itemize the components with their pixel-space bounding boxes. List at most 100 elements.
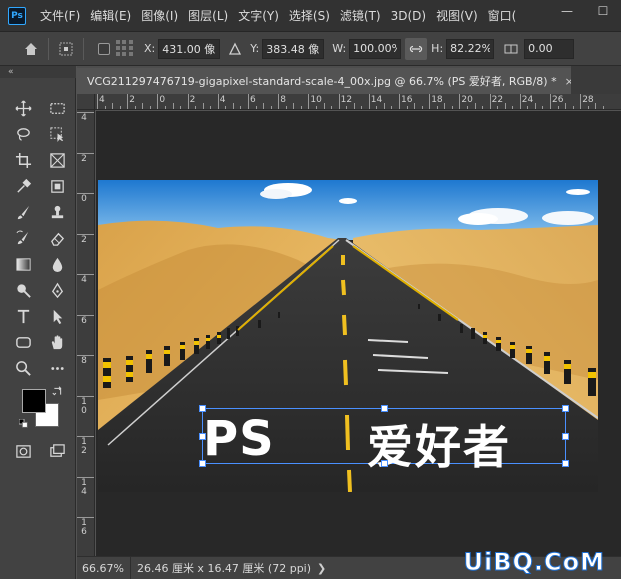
menu-3d[interactable]: 3D(D) xyxy=(391,9,426,23)
link-icon[interactable] xyxy=(405,37,428,60)
height-field[interactable] xyxy=(446,38,495,59)
ruler-top-minor-tick xyxy=(180,106,182,109)
home-icon[interactable] xyxy=(20,38,42,60)
canvas-area[interactable]: PS 爱好者 xyxy=(96,111,621,556)
menu-select[interactable]: 选择(S) xyxy=(289,7,330,24)
screen-mode-icon[interactable] xyxy=(45,439,69,463)
eraser-tool-icon[interactable] xyxy=(45,226,69,250)
quick-mask-icon[interactable] xyxy=(11,439,35,463)
eyedropper-tool-icon[interactable] xyxy=(11,174,35,198)
x-position-field[interactable] xyxy=(158,38,221,59)
ruler-top-label: 0 xyxy=(159,95,166,105)
reference-point-checkbox[interactable] xyxy=(98,42,110,55)
marquee-tool-icon[interactable] xyxy=(45,96,69,120)
rotate-icon[interactable] xyxy=(500,38,522,60)
history-brush-tool-icon[interactable] xyxy=(11,226,35,250)
menu-window[interactable]: 窗口( xyxy=(488,7,517,24)
toolpanel-collapse[interactable]: « xyxy=(0,66,76,78)
ruler-top-minor-tick xyxy=(436,106,438,109)
ruler-horizontal[interactable]: 4 2 0 2 4 6 8 10 12 14 16 18 20 22 24 26 28 xyxy=(95,94,621,110)
brush-tool-icon[interactable] xyxy=(11,200,35,224)
status-menu-arrow-icon[interactable]: ❯ xyxy=(317,562,326,575)
transform-handle-top-right[interactable] xyxy=(562,405,569,412)
pen-tool-icon[interactable] xyxy=(45,278,69,302)
ruler-top-label: 22 xyxy=(491,95,504,105)
ruler-top-minor-tick xyxy=(565,103,567,109)
text-layer-bounding-box[interactable]: PS 爱好者 xyxy=(199,405,569,474)
dodge-tool-icon[interactable] xyxy=(11,278,35,302)
transform-reference-icon[interactable] xyxy=(55,38,77,60)
ruler-top-minor-tick xyxy=(240,106,242,109)
clone-stamp-tool-icon[interactable] xyxy=(45,200,69,224)
frame-tool-icon[interactable] xyxy=(45,148,69,172)
reference-point-grid-icon[interactable] xyxy=(116,39,134,58)
ruler-top-label: 12 xyxy=(340,95,353,105)
lasso-tool-icon[interactable] xyxy=(11,122,35,146)
maximize-button[interactable]: ☐ xyxy=(585,0,621,22)
ruler-top-label: 20 xyxy=(461,95,473,105)
frame-selection-icon[interactable] xyxy=(45,174,69,198)
ruler-left-label: 8 xyxy=(81,356,87,366)
ruler-top-minor-tick xyxy=(149,106,151,109)
transform-handle-bottom-center[interactable] xyxy=(381,460,388,467)
text-layer-chinese[interactable]: 爱好者 xyxy=(367,411,511,477)
ruler-top-minor-tick xyxy=(331,106,333,109)
rotation-field[interactable] xyxy=(524,38,575,59)
menu-view[interactable]: 视图(V) xyxy=(436,7,478,24)
blur-tool-icon[interactable] xyxy=(45,252,69,276)
transform-handle-top-left[interactable] xyxy=(199,405,206,412)
crop-tool-icon[interactable] xyxy=(11,148,35,172)
rectangle-tool-icon[interactable] xyxy=(11,330,35,354)
menu-filter[interactable]: 滤镜(T) xyxy=(340,7,381,24)
ruler-top-label: 6 xyxy=(250,95,256,105)
ruler-top-label: 16 xyxy=(401,95,413,105)
ruler-left-label: 4 xyxy=(81,275,87,285)
default-colors-icon[interactable] xyxy=(18,418,30,430)
zoom-level-field[interactable]: 66.67% xyxy=(77,557,131,579)
separator xyxy=(48,37,49,60)
menu-type[interactable]: 文字(Y) xyxy=(238,7,279,24)
path-selection-tool-icon[interactable] xyxy=(45,304,69,328)
object-selection-tool-icon[interactable] xyxy=(45,122,69,146)
document-tab[interactable]: VCG211297476719-gigapixel-standard-scale… xyxy=(77,66,571,94)
transform-handle-middle-right[interactable] xyxy=(562,433,569,440)
ruler-left-label: 4 xyxy=(81,113,87,123)
separator xyxy=(83,37,84,60)
ruler-top-minor-tick xyxy=(444,103,446,109)
ruler-left-tick xyxy=(77,152,94,154)
ruler-top-tick xyxy=(217,94,219,109)
menu-image[interactable]: 图像(I) xyxy=(141,7,178,24)
ruler-left-label: 1 6 xyxy=(81,518,87,537)
text-layer-ps[interactable]: PS xyxy=(203,411,275,467)
ruler-left-tick xyxy=(77,233,94,235)
swap-colors-icon[interactable] xyxy=(50,384,64,398)
ruler-left-label: 0 xyxy=(81,194,87,204)
menu-layer[interactable]: 图层(L) xyxy=(188,7,228,24)
ruler-top-minor-tick xyxy=(504,103,506,109)
type-tool-icon[interactable] xyxy=(11,304,35,328)
ruler-top-label: 26 xyxy=(552,95,564,105)
transform-handle-top-center[interactable] xyxy=(381,405,388,412)
ruler-top-label: 14 xyxy=(370,95,383,105)
menu-file[interactable]: 文件(F) xyxy=(40,7,80,24)
hand-tool-icon[interactable] xyxy=(45,330,69,354)
document-size-info: 26.46 厘米 x 16.47 厘米 (72 ppi) xyxy=(136,562,312,575)
transform-handle-bottom-right[interactable] xyxy=(562,460,569,467)
ruler-top-minor-tick xyxy=(361,106,363,109)
more-tools-icon[interactable] xyxy=(45,356,69,380)
zoom-tool-icon[interactable] xyxy=(11,356,35,380)
photoshop-logo: Ps xyxy=(8,6,26,25)
transform-handle-bottom-left[interactable] xyxy=(199,460,206,467)
move-tool-icon[interactable] xyxy=(11,96,35,120)
width-field[interactable] xyxy=(349,38,402,59)
gradient-tool-icon[interactable] xyxy=(11,252,35,276)
transform-handle-middle-left[interactable] xyxy=(199,433,206,440)
menu-edit[interactable]: 编辑(E) xyxy=(90,7,131,24)
ruler-top-minor-tick xyxy=(225,106,227,109)
foreground-color-swatch[interactable] xyxy=(22,389,46,413)
y-position-field[interactable] xyxy=(262,38,325,59)
ruler-top-minor-tick xyxy=(572,106,574,109)
delta-icon[interactable] xyxy=(224,38,246,60)
ruler-vertical[interactable]: 4 2 0 2 4 6 8 1 0 1 2 1 4 1 6 xyxy=(77,110,95,556)
minimize-button[interactable]: — xyxy=(549,0,585,22)
